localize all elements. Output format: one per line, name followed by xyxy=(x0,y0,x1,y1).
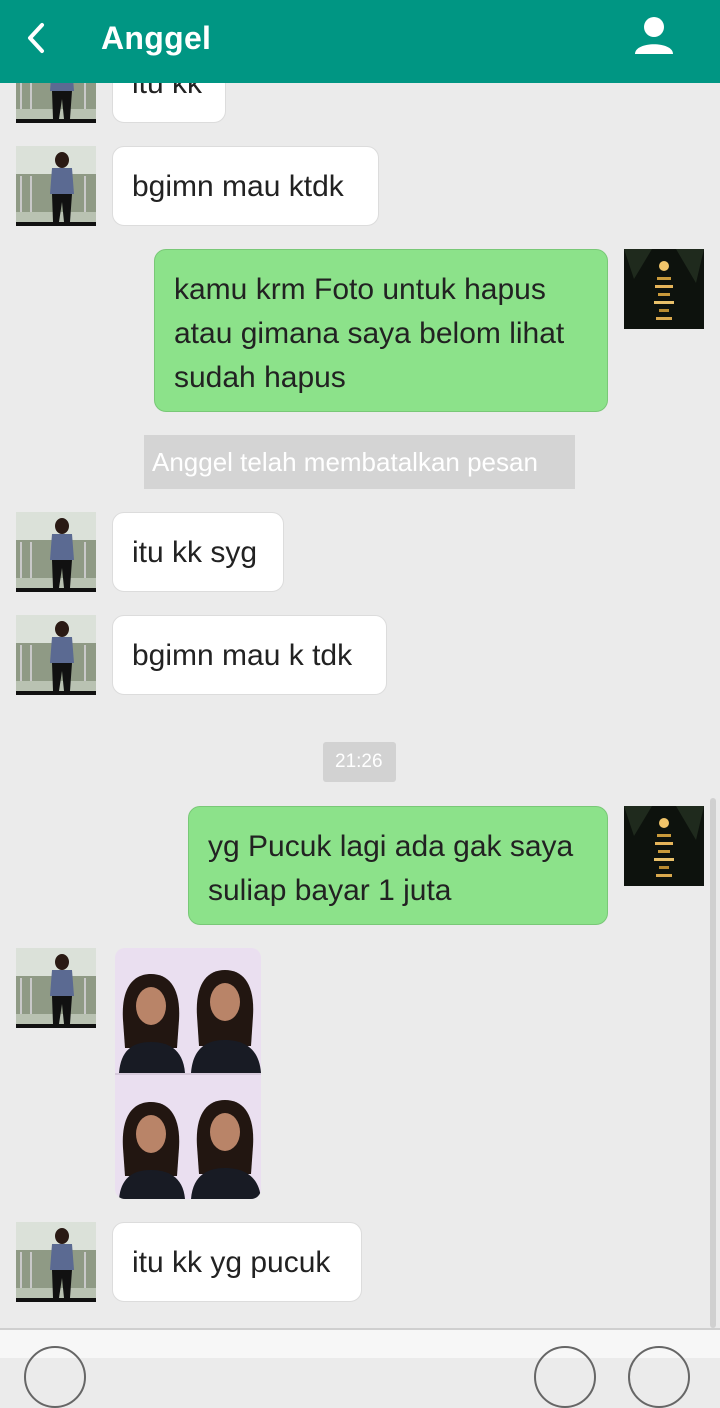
contact-avatar[interactable] xyxy=(16,146,96,226)
contact-avatar[interactable] xyxy=(16,948,96,1028)
contact-avatar[interactable] xyxy=(16,83,96,123)
outgoing-message[interactable]: yg Pucuk lagi ada gak saya suliap bayar … xyxy=(188,806,608,925)
contact-avatar[interactable] xyxy=(16,512,96,592)
incoming-message[interactable]: bgimn mau ktdk xyxy=(112,146,379,226)
contact-avatar[interactable] xyxy=(16,1222,96,1302)
emoji-icon[interactable] xyxy=(534,1346,596,1408)
incoming-message[interactable]: bgimn mau k tdk xyxy=(112,615,387,695)
my-avatar[interactable] xyxy=(624,806,704,886)
input-bar xyxy=(0,1328,720,1408)
chat-title: Anggel xyxy=(101,20,212,56)
incoming-message[interactable]: itu kk syg xyxy=(112,512,284,592)
chevron-left-icon[interactable] xyxy=(22,20,52,56)
voice-toggle-icon[interactable] xyxy=(24,1346,86,1408)
outgoing-message[interactable]: kamu krm Foto untuk hapus atau gimana sa… xyxy=(154,249,608,412)
contact-avatar[interactable] xyxy=(16,615,96,695)
incoming-message[interactable]: itu kk xyxy=(112,83,226,123)
image-message[interactable] xyxy=(115,948,261,1199)
add-icon[interactable] xyxy=(628,1346,690,1408)
scrollbar[interactable] xyxy=(710,798,716,1328)
user-icon[interactable] xyxy=(632,14,676,58)
system-notice: Anggel telah membatalkan pesan xyxy=(144,435,575,489)
chat-header: Anggel xyxy=(0,0,720,83)
my-avatar[interactable] xyxy=(624,249,704,329)
message-thread[interactable]: itu kk bgimn mau ktdk kamu krm Foto untu… xyxy=(0,83,720,1328)
incoming-message[interactable]: itu kk yg pucuk xyxy=(112,1222,362,1302)
timestamp: 21:26 xyxy=(323,742,396,782)
